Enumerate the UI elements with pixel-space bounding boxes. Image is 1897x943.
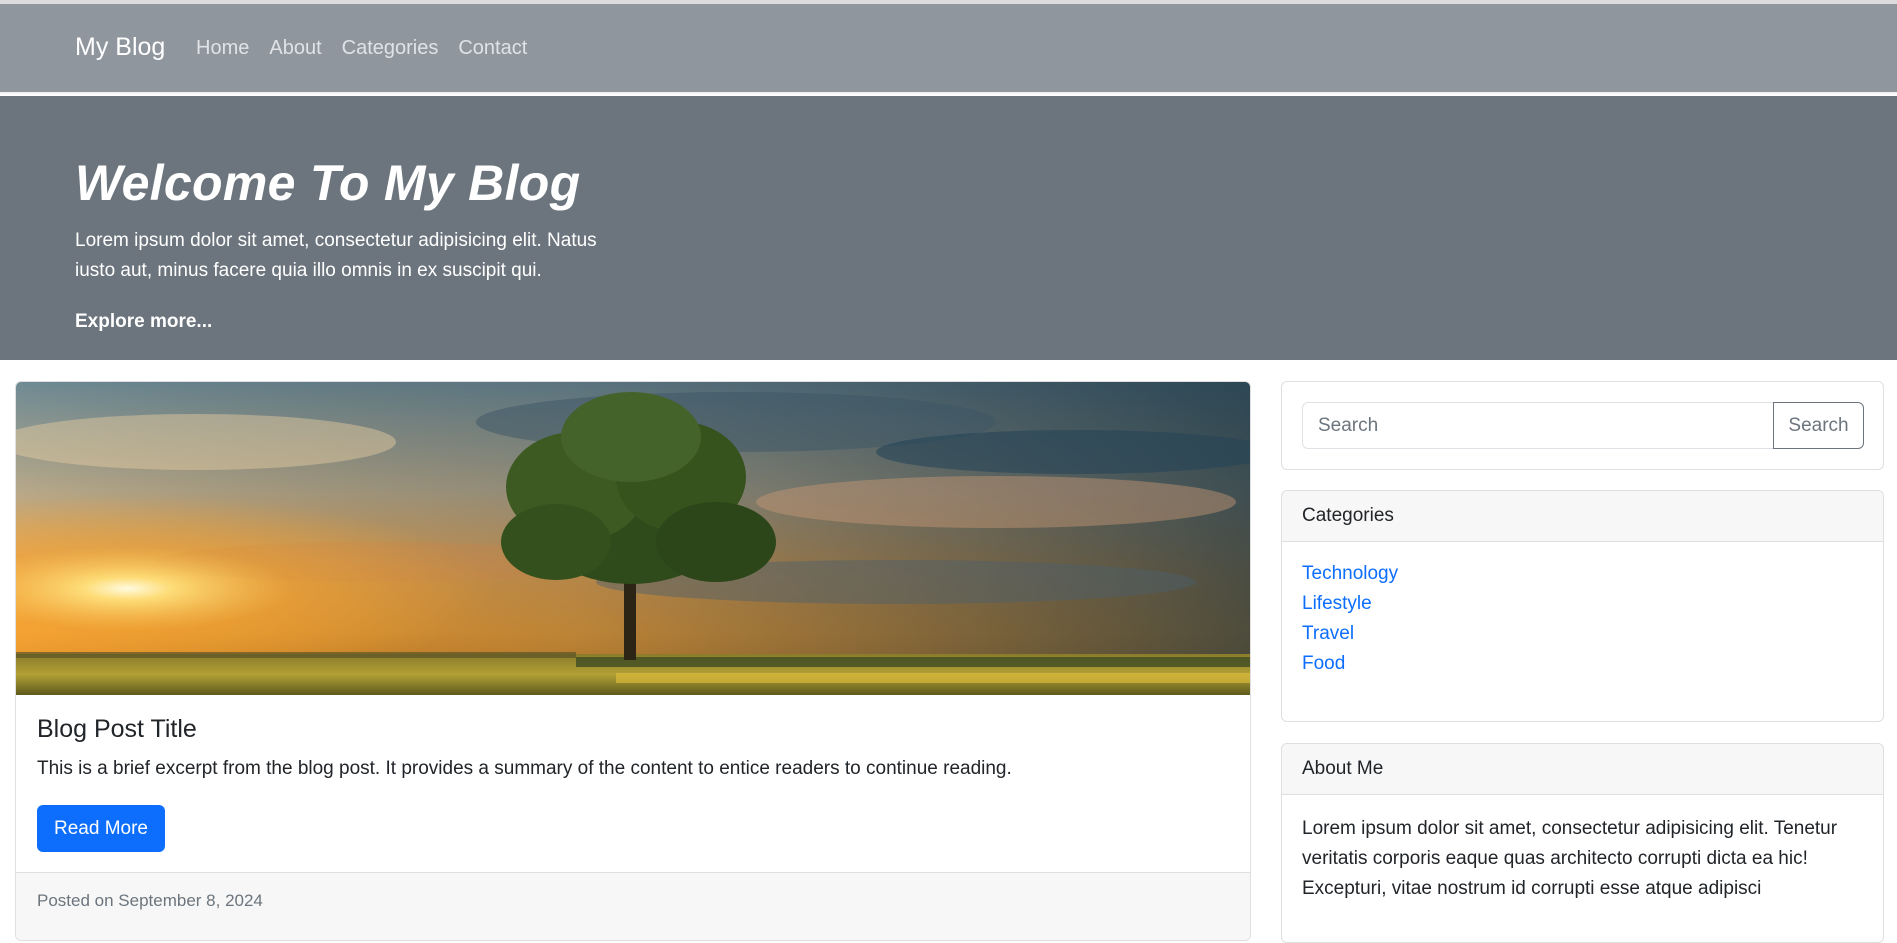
search-button[interactable]: Search (1773, 402, 1864, 449)
categories-card: Categories Technology Lifestyle Travel F… (1281, 490, 1884, 722)
nav-link-about[interactable]: About (269, 37, 321, 60)
read-more-button[interactable]: Read More (37, 805, 165, 852)
search-input[interactable] (1302, 402, 1774, 449)
post-title: Blog Post Title (37, 715, 197, 743)
about-card: About Me Lorem ipsum dolor sit amet, con… (1281, 743, 1884, 943)
nav-links: Home About Categories Contact (196, 37, 527, 60)
explore-more-link[interactable]: Explore more... (75, 311, 212, 333)
list-item: Food (1302, 653, 1398, 683)
hero-title: Welcome To My Blog (75, 155, 581, 211)
about-title: About Me (1302, 758, 1384, 779)
nav-link-contact[interactable]: Contact (458, 37, 527, 60)
category-link-travel[interactable]: Travel (1302, 623, 1354, 644)
post-footer: Posted on September 8, 2024 (16, 872, 1250, 940)
post-excerpt: This is a brief excerpt from the blog po… (37, 758, 1012, 779)
categories-title: Categories (1302, 505, 1394, 526)
post-date: Posted on September 8, 2024 (37, 891, 263, 910)
category-link-technology[interactable]: Technology (1302, 563, 1398, 584)
blog-post-card: Blog Post Title This is a brief excerpt … (15, 381, 1251, 941)
brand-link[interactable]: My Blog (75, 33, 165, 62)
nav-link-home[interactable]: Home (196, 37, 249, 60)
list-item: Technology (1302, 563, 1398, 593)
category-link-food[interactable]: Food (1302, 653, 1345, 674)
hero-section: Welcome To My Blog Lorem ipsum dolor sit… (0, 96, 1897, 360)
hero-text: Lorem ipsum dolor sit amet, consectetur … (75, 230, 597, 281)
list-item: Travel (1302, 623, 1398, 653)
nav-link-categories[interactable]: Categories (342, 37, 439, 60)
about-text: Lorem ipsum dolor sit amet, consectetur … (1302, 818, 1838, 899)
post-image (16, 382, 1250, 695)
category-link-lifestyle[interactable]: Lifestyle (1302, 593, 1372, 614)
about-header: About Me (1282, 744, 1883, 795)
categories-header: Categories (1282, 491, 1883, 542)
navbar: My Blog Home About Categories Contact (0, 4, 1897, 94)
categories-list: Technology Lifestyle Travel Food (1302, 563, 1398, 683)
search-card: Search (1281, 381, 1884, 470)
list-item: Lifestyle (1302, 593, 1398, 623)
